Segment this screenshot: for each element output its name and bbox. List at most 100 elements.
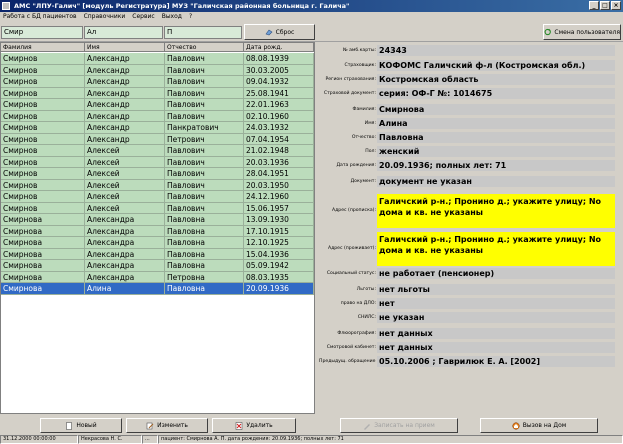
table-row[interactable]: Смирнов Александр Павлович 02.10.1960 bbox=[1, 110, 314, 122]
name-cell: Александр bbox=[85, 53, 165, 64]
surname-filter-input[interactable]: Смир bbox=[1, 26, 83, 39]
surname-cell: Смирнов bbox=[1, 122, 85, 133]
name-cell: Александра bbox=[85, 214, 165, 225]
name-cell: Алексей bbox=[85, 156, 165, 167]
surname-cell: Смирнова bbox=[1, 237, 85, 248]
table-row[interactable]: Смирнова Александра Петровна 08.03.1935 bbox=[1, 271, 314, 283]
record-label: Записать на прием bbox=[374, 422, 435, 429]
birthdate-cell: 15.06.1957 bbox=[244, 202, 314, 213]
surname-cell: Смирнова bbox=[1, 214, 85, 225]
social-status-value: не работает (пенсионер) bbox=[377, 268, 615, 279]
card-number-label: № амб.карты: bbox=[342, 48, 376, 53]
table-row[interactable]: Смирнов Алексей Павлович 20.03.1950 bbox=[1, 179, 314, 191]
birthdate-value: 20.09.1936; полных лет: 71 bbox=[377, 160, 615, 171]
table-row[interactable]: Смирнова Александра Павловна 05.09.1942 bbox=[1, 260, 314, 272]
birthdate-label: Дата рождения: bbox=[336, 163, 376, 168]
patronymic-filter-input[interactable]: П bbox=[164, 26, 242, 39]
table-row[interactable]: Смирнова Александра Павловна 12.10.1925 bbox=[1, 237, 314, 249]
menu-service[interactable]: Сервис bbox=[132, 12, 154, 22]
window-title: АМС "ЛПУ-Галич" [модуль Регистратура] МУ… bbox=[14, 2, 350, 10]
table-row[interactable]: Смирнов Александр Павлович 30.03.2005 bbox=[1, 64, 314, 76]
header-surname[interactable]: Фамилия bbox=[1, 43, 85, 51]
exam-room-label: Смотровой кабинет: bbox=[326, 345, 376, 350]
table-row[interactable]: Смирнова Александра Павловна 17.10.1915 bbox=[1, 225, 314, 237]
surname-cell: Смирнова bbox=[1, 225, 85, 236]
dlo-right-value: нет bbox=[377, 298, 615, 309]
menu-bar: Работа с БД пациентов Справочники Сервис… bbox=[0, 12, 623, 22]
benefits-label: Льготы: bbox=[356, 287, 376, 292]
name-cell: Александр bbox=[85, 64, 165, 75]
new-button[interactable]: Новый bbox=[40, 418, 122, 433]
birthdate-cell: 25.08.1941 bbox=[244, 87, 314, 98]
delete-button[interactable]: Удалить bbox=[212, 418, 296, 433]
app-icon bbox=[2, 2, 10, 10]
table-row[interactable]: Смирнова Александра Павловна 15.04.1936 bbox=[1, 248, 314, 260]
menu-patients-db[interactable]: Работа с БД пациентов bbox=[3, 12, 77, 22]
home-call-button[interactable]: Вызов на Дом bbox=[480, 418, 598, 433]
header-name[interactable]: Имя bbox=[85, 43, 165, 51]
social-status-label: Социальный статус: bbox=[326, 271, 376, 276]
menu-help[interactable]: ? bbox=[189, 12, 192, 22]
new-label: Новый bbox=[76, 422, 97, 429]
record-appointment-button[interactable]: Записать на прием bbox=[340, 418, 458, 433]
close-button[interactable]: × bbox=[611, 1, 621, 10]
table-row[interactable]: Смирнов Александр Павлович 09.04.1932 bbox=[1, 76, 314, 88]
birthdate-cell: 13.09.1930 bbox=[244, 214, 314, 225]
patronymic-cell: Павловна bbox=[165, 283, 244, 294]
table-row[interactable]: Смирнов Алексей Павлович 21.02.1948 bbox=[1, 145, 314, 157]
surname-cell: Смирнов bbox=[1, 191, 85, 202]
menu-references[interactable]: Справочники bbox=[84, 12, 126, 22]
menu-exit[interactable]: Выход bbox=[162, 12, 182, 22]
patronymic-cell: Павлович bbox=[165, 110, 244, 121]
surname-cell: Смирнов bbox=[1, 202, 85, 213]
header-patronymic[interactable]: Отчество bbox=[165, 43, 244, 51]
table-row[interactable]: Смирнов Алексей Павлович 28.04.1951 bbox=[1, 168, 314, 180]
change-user-label: Смена пользователя bbox=[554, 28, 620, 36]
name-label: Имя: bbox=[364, 121, 376, 126]
maximize-button[interactable]: □ bbox=[600, 1, 610, 10]
table-row[interactable]: Смирнова Александра Павловна 13.09.1930 bbox=[1, 214, 314, 226]
card-number-value: 24343 bbox=[377, 45, 615, 56]
surname-cell: Смирнов bbox=[1, 168, 85, 179]
table-row[interactable]: Смирнов Александр Петрович 07.04.1954 bbox=[1, 133, 314, 145]
registered-address-label: Адрес (прописка): bbox=[331, 208, 376, 213]
edit-button[interactable]: Изменить bbox=[126, 418, 208, 433]
birthdate-cell: 24.03.1932 bbox=[244, 122, 314, 133]
fluorography-value: нет данных bbox=[377, 328, 615, 339]
header-birthdate[interactable]: Дата рожд. bbox=[244, 43, 314, 51]
birthdate-cell: 20.03.1936 bbox=[244, 156, 314, 167]
name-cell: Алексей bbox=[85, 145, 165, 156]
insurance-region-value: Костромская область bbox=[377, 74, 615, 85]
surname-cell: Смирнова bbox=[1, 248, 85, 259]
table-row[interactable]: Смирнов Алексей Павлович 24.12.1960 bbox=[1, 191, 314, 203]
table-row[interactable]: Смирнова Алина Павловна 20.09.1936 bbox=[1, 283, 314, 295]
delete-icon bbox=[236, 421, 243, 430]
patients-grid: Фамилия Имя Отчество Дата рожд. Смирнов А… bbox=[0, 42, 315, 414]
change-user-button[interactable]: Смена пользователя bbox=[543, 24, 621, 40]
name-cell: Алексей bbox=[85, 202, 165, 213]
table-row[interactable]: Смирнов Алексей Павлович 20.03.1936 bbox=[1, 156, 314, 168]
exam-room-value: нет данных bbox=[377, 342, 615, 353]
patronymic-cell: Павлович bbox=[165, 76, 244, 87]
table-row[interactable]: Смирнов Александр Павлович 08.08.1939 bbox=[1, 53, 314, 65]
minimize-button[interactable]: _ bbox=[589, 1, 599, 10]
reset-button[interactable]: Сброс bbox=[244, 24, 315, 40]
call-label: Вызов на Дом bbox=[522, 422, 567, 429]
table-row[interactable]: Смирнов Александр Павлович 25.08.1941 bbox=[1, 87, 314, 99]
surname-label: Фамилия: bbox=[352, 107, 376, 112]
birthdate-cell: 05.09.1942 bbox=[244, 260, 314, 271]
table-row[interactable]: Смирнов Александр Панкратович 24.03.1932 bbox=[1, 122, 314, 134]
surname-cell: Смирнов bbox=[1, 110, 85, 121]
table-row[interactable]: Смирнов Алексей Павлович 15.06.1957 bbox=[1, 202, 314, 214]
patronymic-label: Отчество: bbox=[351, 135, 376, 140]
name-cell: Алексей bbox=[85, 191, 165, 202]
birthdate-cell: 20.09.1936 bbox=[244, 283, 314, 294]
edit-icon bbox=[146, 422, 154, 429]
birthdate-cell: 28.04.1951 bbox=[244, 168, 314, 179]
pen-icon bbox=[364, 423, 371, 430]
action-bar: Новый Изменить Удалить Записать на прием… bbox=[0, 416, 623, 434]
name-cell: Александра bbox=[85, 271, 165, 282]
table-row[interactable]: Смирнов Александр Павлович 22.01.1963 bbox=[1, 99, 314, 111]
name-filter-input[interactable]: Ал bbox=[84, 26, 163, 39]
patronymic-cell: Павлович bbox=[165, 168, 244, 179]
